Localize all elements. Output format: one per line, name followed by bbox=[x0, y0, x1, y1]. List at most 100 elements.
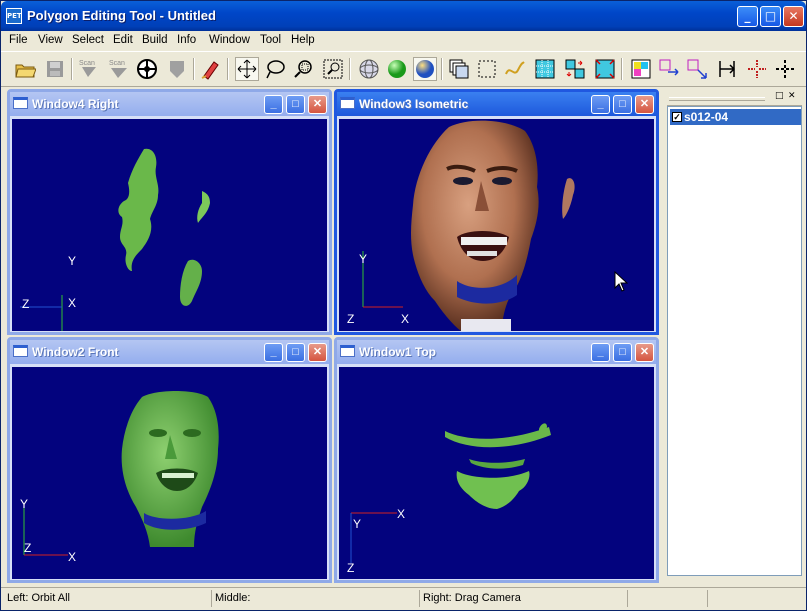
zoom-region-icon[interactable] bbox=[291, 57, 315, 81]
save-disk-icon[interactable] bbox=[43, 57, 67, 81]
minimize-button[interactable]: _ bbox=[264, 343, 283, 362]
status-cell bbox=[707, 590, 804, 607]
turntable-icon[interactable] bbox=[135, 57, 159, 81]
window-icon bbox=[340, 345, 355, 357]
axis-y-label: Y bbox=[359, 252, 368, 266]
orbit-move-icon[interactable] bbox=[235, 57, 259, 81]
title-bar[interactable]: PET Polygon Editing Tool - Untitled _ □ … bbox=[1, 1, 806, 31]
close-button[interactable]: ✕ bbox=[635, 343, 654, 362]
mesh-textured-face bbox=[362, 120, 575, 331]
maximize-button[interactable]: □ bbox=[613, 95, 632, 114]
axis-x-label: X bbox=[68, 296, 77, 310]
toolbar: Scan Scan bbox=[1, 51, 806, 87]
menu-bar: File View Select Edit Build Info Window … bbox=[1, 31, 806, 51]
window-title: Window2 Front bbox=[32, 345, 119, 359]
menu-build[interactable]: Build bbox=[142, 34, 168, 46]
minimize-button[interactable]: _ bbox=[591, 95, 610, 114]
menu-select[interactable]: Select bbox=[72, 34, 104, 46]
axis-y-label: Y bbox=[68, 254, 77, 268]
panel-close-button[interactable]: ✕ bbox=[788, 91, 796, 101]
menu-edit[interactable]: Edit bbox=[113, 34, 133, 46]
scan-multi-icon[interactable]: Scan bbox=[107, 57, 131, 81]
shaded-sphere-icon[interactable] bbox=[385, 57, 409, 81]
minimize-button[interactable]: _ bbox=[737, 6, 758, 27]
menu-view[interactable]: View bbox=[38, 34, 63, 46]
wireframe-sphere-icon[interactable] bbox=[357, 57, 381, 81]
window-title-bar[interactable]: Window1 Top _ □ ✕ bbox=[337, 340, 656, 364]
mdi-area: Window4 Right _ □ ✕ Y Z X Window3 Isomet… bbox=[5, 89, 662, 583]
minimize-button[interactable]: _ bbox=[591, 343, 610, 362]
axis-y-label: Y bbox=[353, 517, 362, 531]
curve-icon[interactable] bbox=[503, 57, 527, 81]
window-title-bar[interactable]: Window3 Isometric _ □ ✕ bbox=[337, 92, 656, 116]
tree-item-s012-04[interactable]: ✓ s012-04 bbox=[670, 109, 801, 125]
window-right-view[interactable]: Window4 Right _ □ ✕ Y Z X bbox=[7, 89, 332, 335]
window-title-bar[interactable]: Window4 Right _ □ ✕ bbox=[10, 92, 329, 116]
viewport-isometric[interactable]: Y Z X bbox=[339, 119, 654, 331]
window-title-bar[interactable]: Window2 Front _ □ ✕ bbox=[10, 340, 329, 364]
menu-info[interactable]: Info bbox=[177, 34, 196, 46]
axis-z-label: Z bbox=[24, 541, 32, 555]
checkbox[interactable]: ✓ bbox=[672, 112, 682, 122]
status-left: Left: Orbit All bbox=[7, 592, 70, 604]
tree-item-label: s012-04 bbox=[684, 110, 729, 124]
color-picker-icon[interactable] bbox=[629, 57, 653, 81]
window-title: Window4 Right bbox=[32, 97, 119, 111]
maximize-button[interactable]: □ bbox=[613, 343, 632, 362]
open-folder-icon[interactable] bbox=[13, 57, 37, 81]
close-button[interactable]: ✕ bbox=[783, 6, 804, 27]
viewport-front[interactable]: Y Z X bbox=[12, 367, 327, 579]
panel-grip[interactable] bbox=[669, 97, 765, 101]
mesh-front-face bbox=[23, 391, 219, 556]
mesh-grid-icon[interactable] bbox=[533, 57, 557, 81]
minimize-button[interactable]: _ bbox=[264, 95, 283, 114]
menu-file[interactable]: File bbox=[9, 34, 28, 46]
status-cell bbox=[627, 590, 707, 607]
viewport-right[interactable]: Y Z X bbox=[12, 119, 327, 331]
axis-y-label: Y bbox=[20, 497, 29, 511]
cross-section-icon[interactable] bbox=[773, 57, 797, 81]
window-top-view[interactable]: Window1 Top _ □ ✕ Y Z X bbox=[334, 337, 659, 583]
panel-header: □ ✕ bbox=[667, 91, 802, 106]
register-icon[interactable] bbox=[715, 57, 739, 81]
menu-window[interactable]: Window bbox=[209, 34, 250, 46]
scan-icon[interactable]: Scan bbox=[77, 57, 101, 81]
window-title: Window3 Isometric bbox=[359, 97, 469, 111]
align-grid-icon[interactable] bbox=[563, 57, 587, 81]
menu-tool[interactable]: Tool bbox=[260, 34, 281, 46]
eraser-pen-icon[interactable] bbox=[199, 57, 223, 81]
close-button[interactable]: ✕ bbox=[308, 95, 327, 114]
maximize-button[interactable]: □ bbox=[286, 343, 305, 362]
close-button[interactable]: ✕ bbox=[635, 95, 654, 114]
zoom-fit-icon[interactable] bbox=[321, 57, 345, 81]
window-title: Window1 Top bbox=[359, 345, 436, 359]
merge-grid-icon[interactable] bbox=[593, 57, 617, 81]
select-rect-icon[interactable] bbox=[475, 57, 499, 81]
axis-x-label: X bbox=[68, 550, 77, 564]
window-icon bbox=[340, 97, 355, 109]
lasso-icon[interactable] bbox=[263, 57, 287, 81]
object-tree[interactable]: ✓ s012-04 bbox=[667, 106, 802, 576]
shield-icon[interactable] bbox=[165, 57, 189, 81]
mesh-profile bbox=[20, 148, 210, 331]
import-points-icon[interactable] bbox=[685, 57, 709, 81]
window-icon bbox=[13, 97, 28, 109]
split-icon[interactable] bbox=[745, 57, 769, 81]
window-isometric-view[interactable]: Window3 Isometric _ □ ✕ Y Z X bbox=[334, 89, 659, 335]
window-front-view[interactable]: Window2 Front _ □ ✕ Y Z X bbox=[7, 337, 332, 583]
svg-text:Scan: Scan bbox=[79, 60, 95, 67]
textured-sphere-icon[interactable] bbox=[413, 57, 437, 81]
svg-text:Scan: Scan bbox=[109, 60, 125, 67]
maximize-button[interactable]: □ bbox=[286, 95, 305, 114]
axis-x-label: X bbox=[397, 507, 406, 521]
close-button[interactable]: ✕ bbox=[308, 343, 327, 362]
maximize-button[interactable]: □ bbox=[760, 6, 781, 27]
layers-icon[interactable] bbox=[447, 57, 471, 81]
mouse-cursor-icon bbox=[614, 271, 628, 292]
app-icon: PET bbox=[6, 8, 22, 24]
viewport-top[interactable]: Y Z X bbox=[339, 367, 654, 579]
menu-help[interactable]: Help bbox=[291, 34, 315, 46]
axis-z-label: Z bbox=[347, 561, 355, 575]
panel-restore-button[interactable]: □ bbox=[775, 91, 784, 101]
export-points-icon[interactable] bbox=[657, 57, 681, 81]
